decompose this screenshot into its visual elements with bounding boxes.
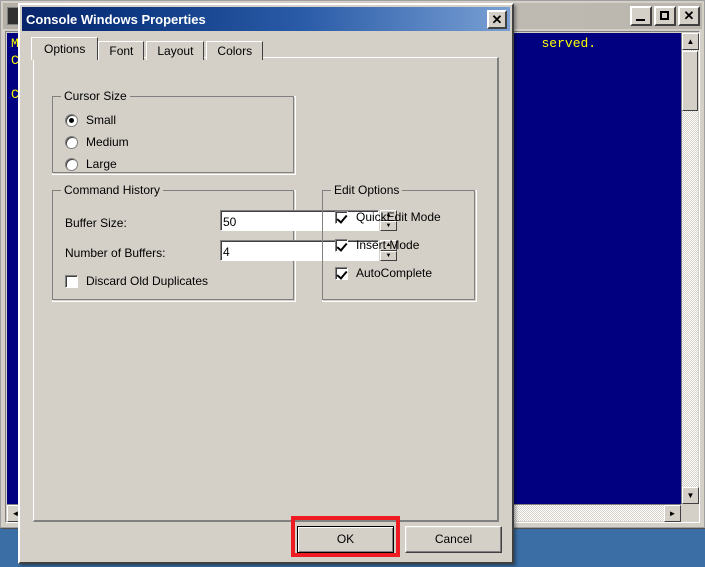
checkbox-icon: [65, 274, 78, 288]
console-maximize-button[interactable]: [654, 6, 676, 26]
checkbox-label: QuickEdit Mode: [356, 210, 441, 224]
radio-icon: [65, 157, 78, 171]
dialog-close-button[interactable]: ✕: [487, 9, 507, 29]
edit-options-groupbox: Edit Options QuickEdit Mode Insert Mode …: [322, 183, 477, 302]
command-history-legend: Command History: [61, 183, 164, 197]
checkbox-icon: [335, 210, 348, 224]
number-of-buffers-stepper[interactable]: ▲ ▼: [220, 240, 397, 261]
scroll-up-arrow-icon[interactable]: ▲: [682, 33, 699, 50]
dialog-title: Console Windows Properties: [26, 11, 206, 27]
radio-icon: [65, 135, 78, 149]
vertical-scroll-thumb[interactable]: [682, 51, 698, 111]
tab-options[interactable]: Options: [31, 37, 99, 60]
console-vertical-scrollbar[interactable]: ▲ ▼: [681, 33, 699, 504]
tab-colors[interactable]: Colors: [206, 41, 264, 60]
radio-cursor-large[interactable]: Large: [65, 157, 117, 171]
tab-strip[interactable]: Options Font Layout Colors: [31, 37, 265, 60]
console-properties-dialog[interactable]: Console Windows Properties ✕ Options Fon…: [18, 3, 514, 564]
cancel-button[interactable]: Cancel: [405, 526, 502, 553]
close-icon: ✕: [683, 8, 695, 23]
edit-options-legend: Edit Options: [331, 183, 403, 197]
maximize-icon: [660, 11, 669, 20]
checkbox-icon: [335, 238, 348, 252]
buffer-size-stepper[interactable]: ▲ ▼: [220, 210, 397, 231]
checkbox-discard-old-duplicates[interactable]: Discard Old Duplicates: [65, 274, 208, 288]
checkbox-quickedit-mode[interactable]: QuickEdit Mode: [335, 210, 441, 224]
radio-label: Medium: [86, 135, 129, 149]
checkbox-insert-mode[interactable]: Insert Mode: [335, 238, 419, 252]
radio-cursor-medium[interactable]: Medium: [65, 135, 129, 149]
console-close-button[interactable]: ✕: [678, 6, 700, 26]
cursor-size-groupbox: Cursor Size Small Medium Large: [52, 89, 296, 175]
checkbox-autocomplete[interactable]: AutoComplete: [335, 266, 432, 280]
console-minimize-button[interactable]: [630, 6, 652, 26]
tab-layout[interactable]: Layout: [146, 41, 205, 60]
checkbox-label: AutoComplete: [356, 266, 433, 280]
radio-icon: [65, 113, 78, 127]
resize-grip-icon: [681, 504, 698, 521]
command-history-groupbox: Command History Buffer Size: ▲ ▼ Number …: [52, 183, 397, 302]
options-tab-page: Cursor Size Small Medium Large Command H…: [33, 57, 499, 522]
scroll-right-arrow-icon[interactable]: ►: [664, 505, 681, 522]
radio-label: Large: [86, 157, 117, 171]
ok-button[interactable]: OK: [297, 526, 394, 553]
cursor-size-legend: Cursor Size: [61, 89, 130, 103]
dialog-titlebar[interactable]: Console Windows Properties ✕: [22, 7, 510, 31]
checkbox-label: Insert Mode: [356, 238, 420, 252]
tab-font[interactable]: Font: [98, 41, 145, 60]
buffer-size-label: Buffer Size:: [65, 216, 127, 230]
radio-cursor-small[interactable]: Small: [65, 113, 116, 127]
scroll-down-arrow-icon[interactable]: ▼: [682, 487, 699, 504]
number-of-buffers-label: Number of Buffers:: [65, 246, 166, 260]
radio-label: Small: [86, 113, 117, 127]
minimize-icon: [636, 19, 645, 21]
checkbox-label: Discard Old Duplicates: [86, 274, 209, 288]
checkbox-icon: [335, 266, 348, 280]
